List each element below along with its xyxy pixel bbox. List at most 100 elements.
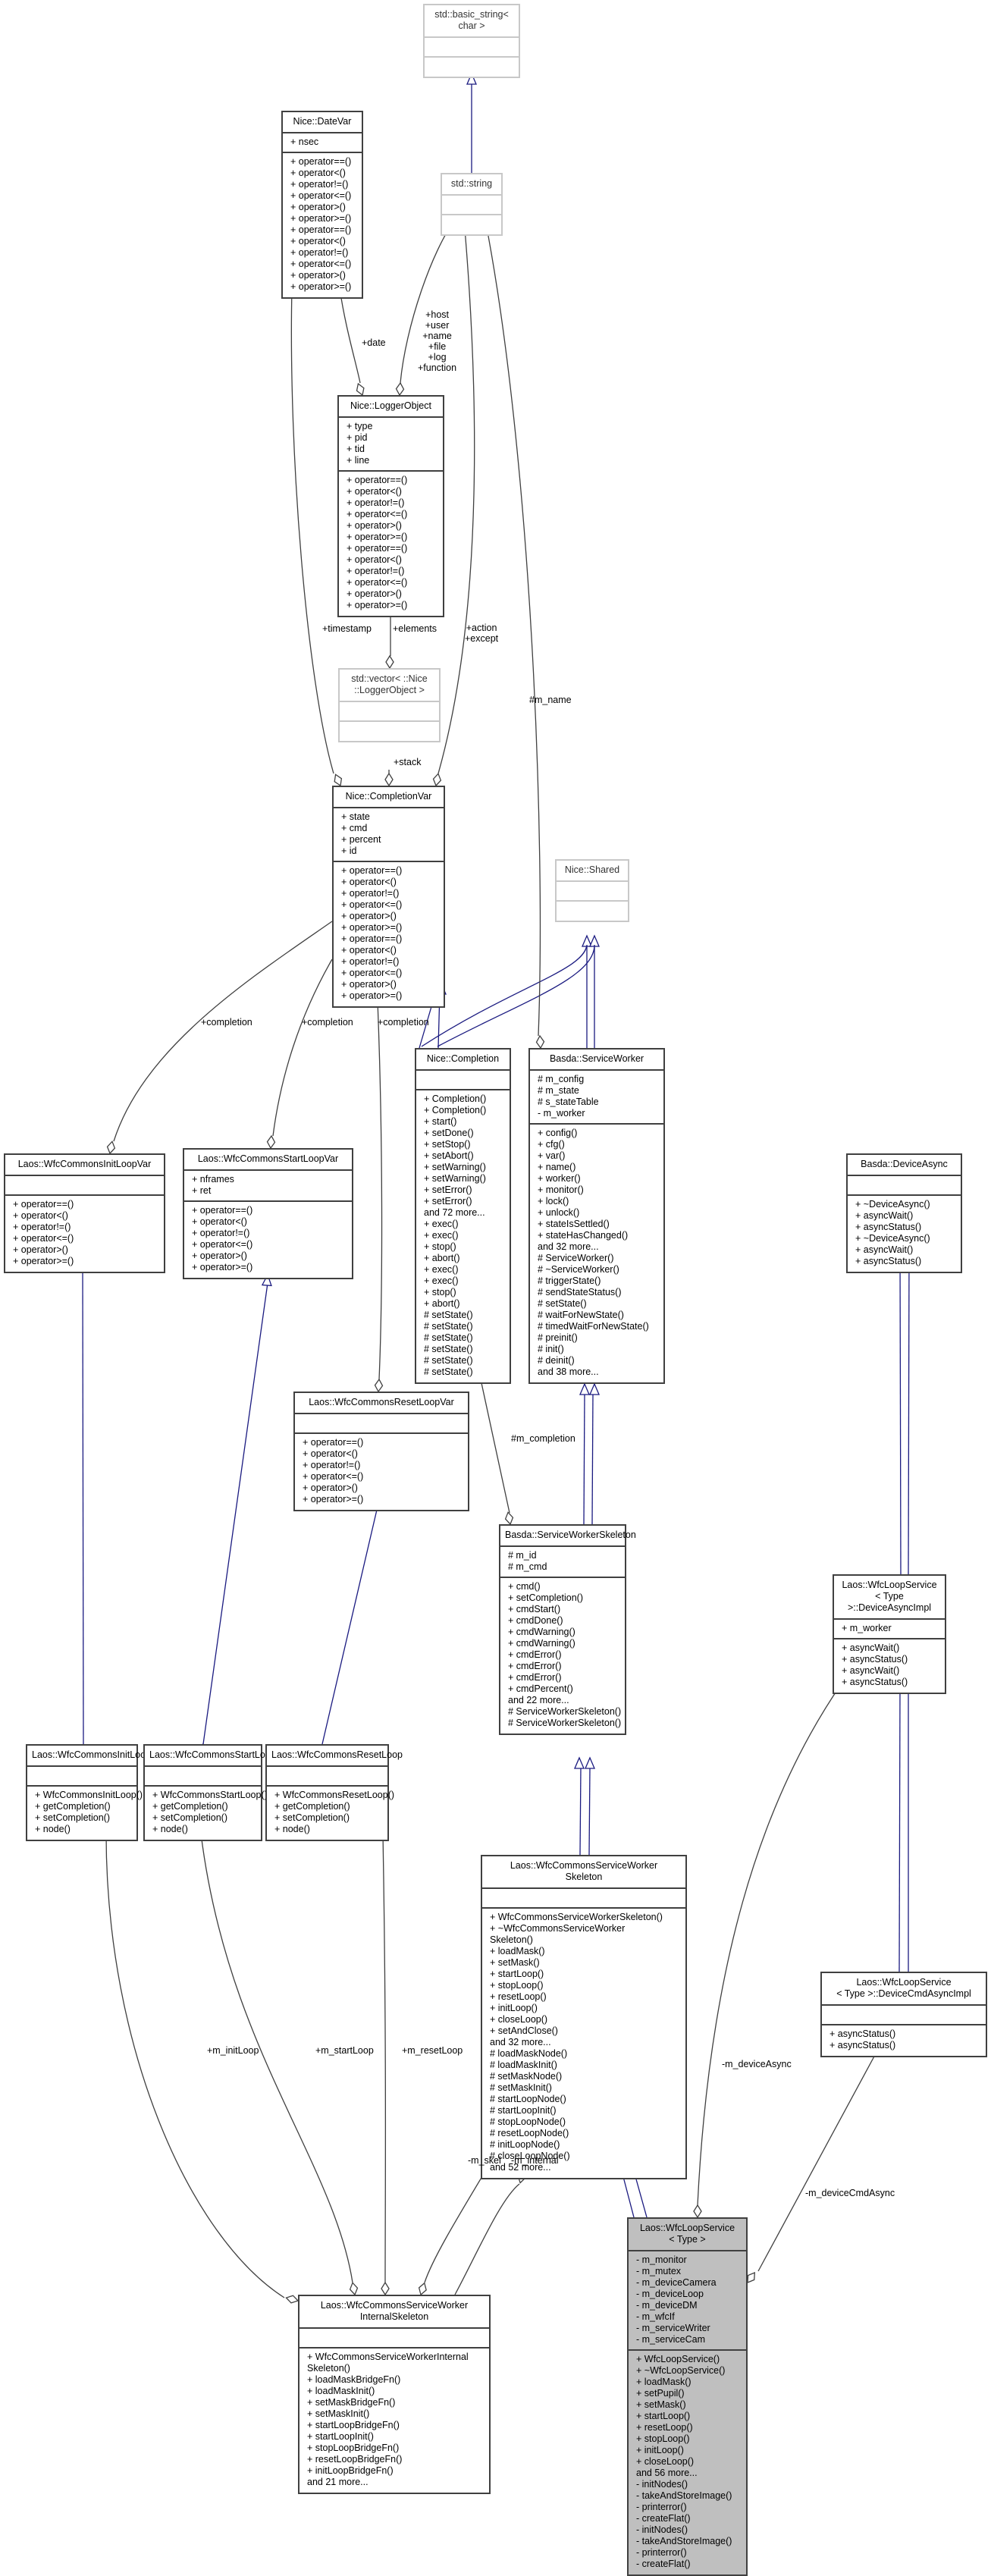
class-operations: + WfcCommonsServiceWorkerSkeleton() + ~Wf… xyxy=(482,1909,685,2178)
class-operations: + WfcCommonsStartLoop() + getCompletion()… xyxy=(145,1787,268,1840)
operation-row: + stopLoopBridgeFn() xyxy=(307,2443,400,2453)
class-attributes xyxy=(848,1176,961,1196)
attribute-row: + percent xyxy=(341,834,381,845)
class-box-internal-skeleton[interactable]: Laos::WfcCommonsServiceWorker InternalSk… xyxy=(298,2295,491,2494)
inheritance-edge xyxy=(898,1684,901,1972)
class-attributes xyxy=(299,2329,489,2349)
class-attributes xyxy=(482,1889,685,1909)
operation-row: + operator<() xyxy=(303,1448,358,1459)
class-box-device-async-impl[interactable]: Laos::WfcLoopService < Type >::DeviceAsy… xyxy=(833,1574,946,1694)
inheritance-arrow-icon xyxy=(574,1756,585,1769)
class-attributes xyxy=(340,702,439,722)
attribute-row: - m_mutex xyxy=(636,2266,682,2276)
operation-row: - takeAndStoreImage() xyxy=(636,2490,732,2501)
class-box-nice-completion[interactable]: Nice::Completion + Completion() + Completi… xyxy=(415,1048,511,1384)
operation-row: + operator<() xyxy=(347,554,402,565)
inheritance-arrow-icon xyxy=(585,1756,595,1769)
operation-row: and 32 more... xyxy=(538,1241,599,1252)
operation-row: + operator!=() xyxy=(341,888,400,899)
operation-row: + asyncWait() xyxy=(855,1210,914,1221)
aggregation-diamond-icon xyxy=(418,2282,427,2296)
edge-label-m-reset-loop: +m_resetLoop xyxy=(402,2045,463,2056)
class-box-init-loop-var[interactable]: Laos::WfcCommonsInitLoopVar + operator==(… xyxy=(4,1153,165,1273)
class-name: Laos::WfcCommonsServiceWorker Skeleton xyxy=(482,1856,685,1889)
edge-label-date: +date xyxy=(362,337,386,348)
class-box-device-async[interactable]: Basda::DeviceAsync+ ~DeviceAsync() + asyn… xyxy=(846,1153,962,1273)
operation-row: # startLoopInit() xyxy=(490,2105,557,2116)
inheritance-arrow-icon xyxy=(589,1382,600,1395)
operation-row: + operator==() xyxy=(347,543,408,554)
class-box-service-worker-skeleton[interactable]: Basda::ServiceWorkerSkeleton # m_id # m_cm… xyxy=(499,1524,636,1735)
class-attributes: + nframes + ret xyxy=(184,1171,352,1202)
edge-label-m-device-cmd-async: -m_deviceCmdAsync xyxy=(805,2188,895,2198)
operation-row: + operator<=() xyxy=(347,577,408,588)
operation-row: + lock() xyxy=(538,1196,569,1206)
class-box-reset-loop[interactable]: Laos::WfcCommonsResetLoop + WfcCommonsRes… xyxy=(265,1744,403,1841)
class-box-reset-loop-var[interactable]: Laos::WfcCommonsResetLoopVar + operator==… xyxy=(293,1392,469,1511)
class-box-device-cmd-async-impl[interactable]: Laos::WfcLoopService < Type >::DeviceCmd… xyxy=(820,1972,987,2057)
operation-row: + asyncStatus() xyxy=(829,2028,896,2039)
operation-row: + getCompletion() xyxy=(35,1801,111,1812)
attribute-row: + line xyxy=(347,455,370,466)
operation-row: + WfcCommonsResetLoop() xyxy=(274,1790,395,1800)
operation-row: + cfg() xyxy=(538,1139,565,1150)
operation-row: + operator>=() xyxy=(303,1494,364,1504)
class-box-completion-var[interactable]: Nice::CompletionVar + state + cmd + percent… xyxy=(332,786,445,1008)
class-box-nice-shared[interactable]: Nice::Shared xyxy=(555,859,629,922)
class-box-date-var[interactable]: Nice::DateVar + nsec + operator==() + opera… xyxy=(281,111,363,299)
operation-row: + setStop() xyxy=(424,1139,471,1150)
class-box-wfc-loop-service[interactable]: Laos::WfcLoopService < Type > - m_monitor… xyxy=(627,2217,748,2576)
aggregation-diamond-icon xyxy=(266,1134,276,1150)
class-operations: + WfcLoopService() + ~WfcLoopService() + l… xyxy=(629,2351,746,2574)
operation-row: + operator>=() xyxy=(347,600,408,610)
class-box-logger-object[interactable]: Nice::LoggerObject + type + pid + tid + line… xyxy=(337,395,444,617)
class-box-start-loop[interactable]: Laos::WfcCommonsStartLoop + WfcCommonsSta… xyxy=(143,1744,276,1841)
operation-row: # timedWaitForNewState() xyxy=(538,1321,649,1332)
operation-row: + unlock() xyxy=(538,1207,580,1218)
operation-row: + operator<=() xyxy=(341,968,403,978)
class-attributes xyxy=(416,1071,510,1090)
operation-row: + operator>=() xyxy=(347,532,408,542)
inheritance-arrow-icon xyxy=(589,934,600,947)
attribute-row: # m_id xyxy=(508,1550,537,1561)
attribute-row: - m_worker xyxy=(538,1108,585,1119)
operation-row: + startLoop() xyxy=(636,2411,691,2421)
operation-row: + operator<() xyxy=(347,486,402,497)
operation-row: + cmdDone() xyxy=(508,1615,563,1626)
class-box-start-loop-var[interactable]: Laos::WfcCommonsStartLoopVar + nframes + r… xyxy=(183,1148,353,1279)
class-box-service-worker[interactable]: Basda::ServiceWorker # m_config # m_state #… xyxy=(528,1048,665,1384)
operation-row: + exec() xyxy=(424,1230,459,1241)
operation-row: + node() xyxy=(274,1824,310,1834)
operation-row: + setMask() xyxy=(490,1957,540,1968)
operation-row: + asyncWait() xyxy=(842,1643,900,1653)
class-box-init-loop[interactable]: Laos::WfcCommonsInitLoop + WfcCommonsInit… xyxy=(26,1744,151,1841)
class-box-vector-logger-object[interactable]: std::vector< ::Nice ::LoggerObject > xyxy=(338,668,441,742)
class-box-basic-string[interactable]: std::basic_string< char > xyxy=(423,4,520,78)
class-name: Basda::DeviceAsync xyxy=(848,1155,961,1176)
operation-row: + operator>() xyxy=(303,1483,358,1493)
attribute-row: # m_state xyxy=(538,1085,579,1096)
operation-row: + operator==() xyxy=(347,475,408,485)
edge-label-string-members: +host +user +name +file +log +function xyxy=(418,309,457,373)
class-box-std-string[interactable]: std::string xyxy=(441,173,503,236)
class-box-wfc-commons-service-worker-skeleton[interactable]: Laos::WfcCommonsServiceWorker Skeleton+ … xyxy=(481,1855,687,2179)
operation-row: + startLoopInit() xyxy=(307,2431,374,2442)
operation-row: + setError() xyxy=(424,1196,472,1206)
aggregation-diamond-icon xyxy=(504,1511,514,1526)
operation-row: # waitForNewState() xyxy=(538,1310,624,1320)
class-attributes: # m_id # m_cmd xyxy=(500,1547,625,1578)
operation-row: # triggerState() xyxy=(538,1275,601,1286)
class-name: Laos::WfcLoopService < Type > xyxy=(629,2219,746,2251)
operation-row: + cmdStart() xyxy=(508,1604,561,1614)
operation-row: + exec() xyxy=(424,1275,459,1286)
operation-row: + stateHasChanged() xyxy=(538,1230,629,1241)
operation-row: - printerror() xyxy=(636,2547,687,2558)
edge-label-m-internal: -m_internal xyxy=(511,2155,559,2166)
operation-row: # setMaskNode() xyxy=(490,2071,563,2082)
edge-label-m-completion: #m_completion xyxy=(511,1433,575,1444)
operation-row: + ~DeviceAsync() xyxy=(855,1199,930,1210)
edge-label-action-except: +action +except xyxy=(465,623,499,644)
operation-row: + operator!=() xyxy=(303,1460,361,1470)
operation-row: + loadMask() xyxy=(636,2377,692,2387)
class-operations: + Completion() + Completion() + start() + s… xyxy=(416,1090,510,1382)
